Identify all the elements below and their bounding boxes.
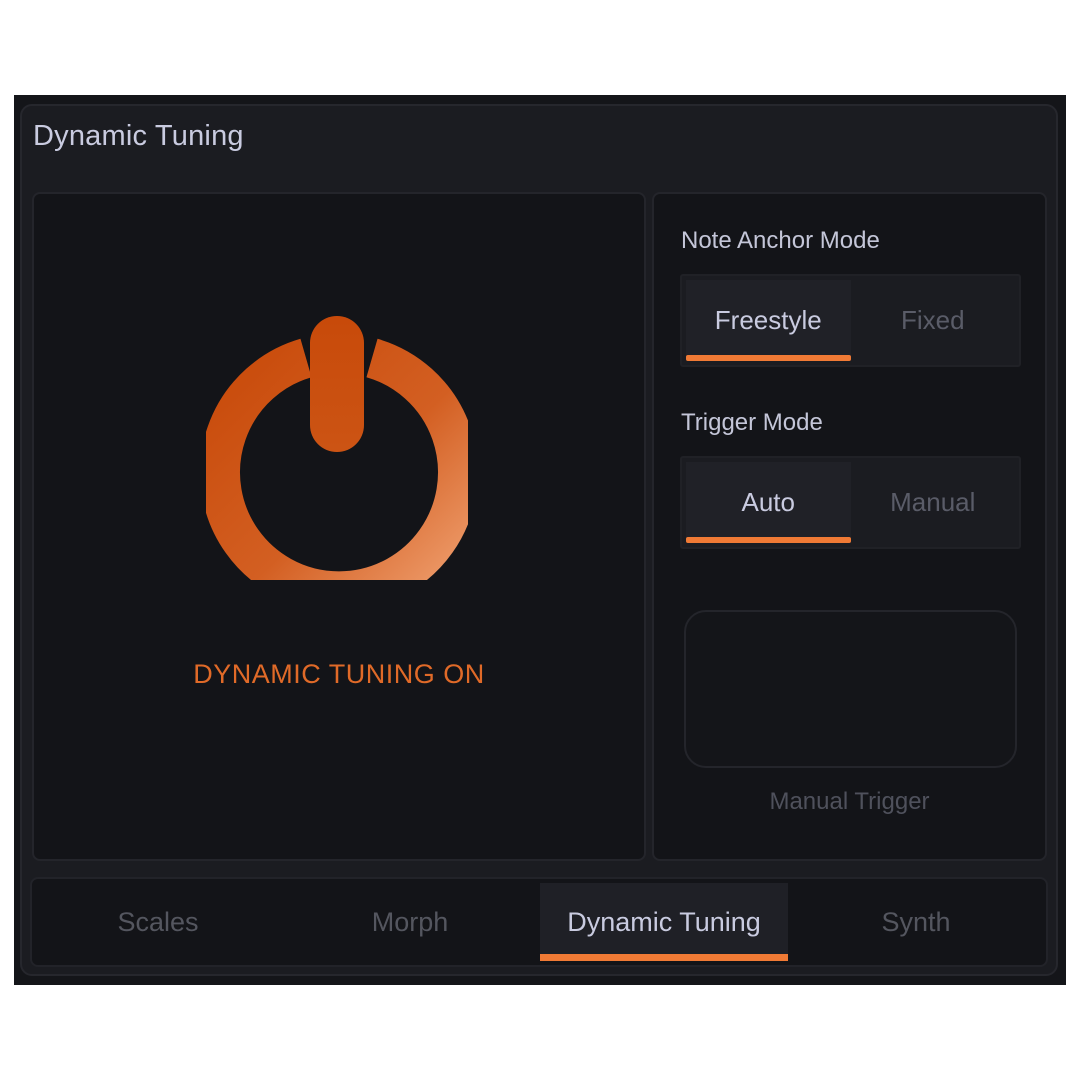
trigger-mode-selector: Auto Manual — [680, 456, 1021, 549]
panel-title: Dynamic Tuning — [33, 120, 244, 152]
note-anchor-option-fixed[interactable]: Fixed — [851, 280, 1016, 361]
note-anchor-mode-label: Note Anchor Mode — [681, 227, 880, 254]
note-anchor-mode-selector: Freestyle Fixed — [680, 274, 1021, 367]
tab-scales[interactable]: Scales — [36, 883, 280, 961]
power-icon — [200, 316, 478, 612]
tab-morph[interactable]: Morph — [288, 883, 532, 961]
tab-dynamic-tuning[interactable]: Dynamic Tuning — [540, 883, 788, 961]
manual-trigger-pad[interactable] — [684, 610, 1017, 768]
trigger-mode-option-auto[interactable]: Auto — [686, 462, 851, 543]
tab-synth[interactable]: Synth — [794, 883, 1038, 961]
note-anchor-option-freestyle[interactable]: Freestyle — [686, 280, 851, 361]
trigger-mode-option-manual[interactable]: Manual — [851, 462, 1016, 543]
dynamic-tuning-power-button[interactable] — [200, 306, 478, 612]
power-status-text: DYNAMIC TUNING ON — [193, 659, 485, 689]
manual-trigger-label: Manual Trigger — [769, 788, 930, 815]
trigger-mode-label: Trigger Mode — [681, 409, 823, 436]
